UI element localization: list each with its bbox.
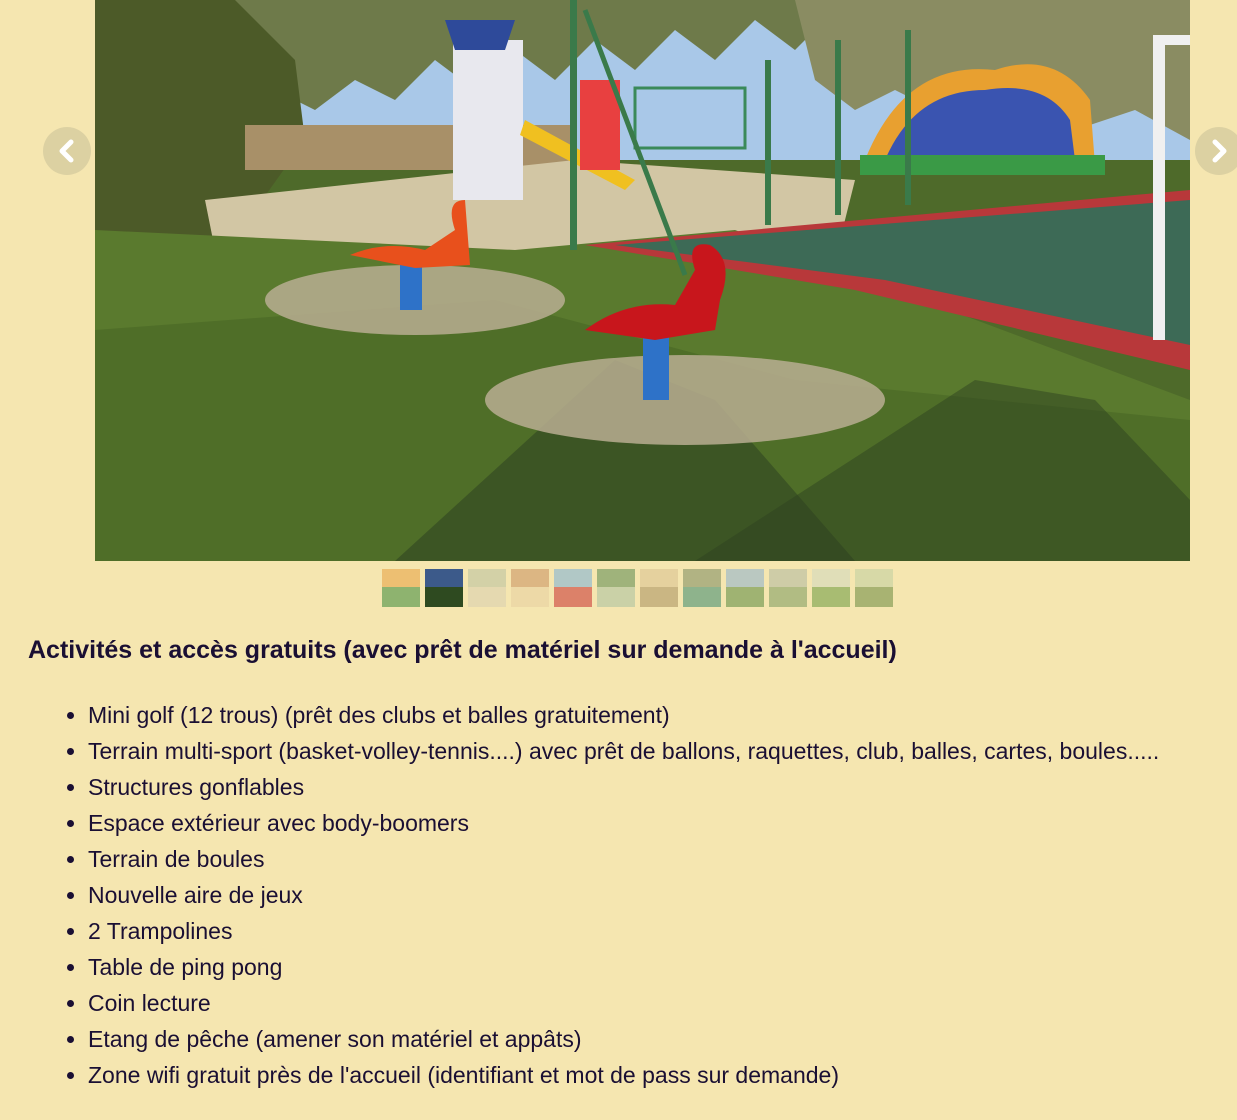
activity-item: Mini golf (12 trous) (prêt des clubs et … xyxy=(88,697,1159,733)
thumbnail-garden[interactable] xyxy=(855,569,893,607)
playground-photo xyxy=(95,0,1190,561)
activity-item: Espace extérieur avec body-boomers xyxy=(88,805,1159,841)
next-slide-button[interactable] xyxy=(1195,127,1237,175)
thumbnail-image xyxy=(425,569,463,607)
activity-item: Nouvelle aire de jeux xyxy=(88,877,1159,913)
thumbnail-pond[interactable] xyxy=(425,569,463,607)
activities-list: Mini golf (12 trous) (prêt des clubs et … xyxy=(48,697,1159,1093)
thumbnail-image xyxy=(812,569,850,607)
thumbnail-lawn[interactable] xyxy=(812,569,850,607)
thumbnail-image xyxy=(382,569,420,607)
activity-item: Terrain multi-sport (basket-volley-tenni… xyxy=(88,733,1159,769)
playground-illustration xyxy=(95,0,1190,561)
activity-item: Table de ping pong xyxy=(88,949,1159,985)
thumbnail-minigolf[interactable] xyxy=(468,569,506,607)
thumbnail-image xyxy=(855,569,893,607)
thumbnail-inflatable[interactable] xyxy=(382,569,420,607)
thumbnail-field[interactable] xyxy=(726,569,764,607)
thumbnail-image xyxy=(683,569,721,607)
thumbnail-image xyxy=(511,569,549,607)
activity-item: Structures gonflables xyxy=(88,769,1159,805)
thumbnail-room[interactable] xyxy=(640,569,678,607)
image-slider xyxy=(0,0,1237,562)
thumbnail-court[interactable] xyxy=(597,569,635,607)
thumbnail-lounge[interactable] xyxy=(511,569,549,607)
thumbnail-image xyxy=(769,569,807,607)
thumbnail-image xyxy=(554,569,592,607)
thumbnail-strip xyxy=(382,569,893,607)
section-title: Activités et accès gratuits (avec prêt d… xyxy=(28,636,897,664)
page: Activités et accès gratuits (avec prêt d… xyxy=(0,0,1237,1120)
activity-item: Terrain de boules xyxy=(88,841,1159,877)
activity-item: Zone wifi gratuit près de l'accueil (ide… xyxy=(88,1057,1159,1093)
thumbnail-image xyxy=(640,569,678,607)
thumbnail-trampoline[interactable] xyxy=(554,569,592,607)
thumbnail-image xyxy=(726,569,764,607)
chevron-left-icon xyxy=(59,139,74,163)
activity-item: 2 Trampolines xyxy=(88,913,1159,949)
thumbnail-image xyxy=(468,569,506,607)
activity-item: Coin lecture xyxy=(88,985,1159,1021)
thumbnail-image xyxy=(597,569,635,607)
thumbnail-boules[interactable] xyxy=(769,569,807,607)
previous-slide-button[interactable] xyxy=(43,127,91,175)
chevron-right-icon xyxy=(1212,139,1227,163)
activity-item: Etang de pêche (amener son matériel et a… xyxy=(88,1021,1159,1057)
thumbnail-pingpong[interactable] xyxy=(683,569,721,607)
